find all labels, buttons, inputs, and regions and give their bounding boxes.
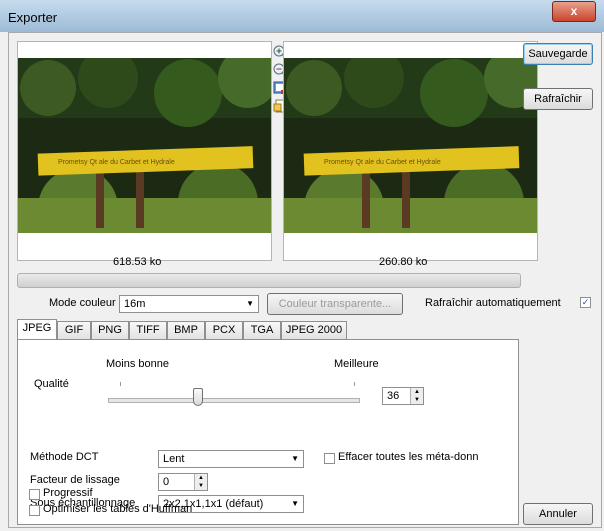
chevron-down-icon: ▼ — [246, 299, 254, 308]
tab-jpeg[interactable]: JPEG — [17, 319, 57, 340]
color-mode-value: 16m — [124, 298, 146, 310]
sign-text: Prometsy Qt ale du Carbet et Hydrale — [58, 159, 175, 166]
original-size: 618.53 ko — [113, 256, 162, 268]
sign-text: Prometsy Qt ale du Carbet et Hydrale — [324, 159, 441, 166]
dct-method-label: Méthode DCT — [30, 451, 99, 463]
erase-metadata-label: Effacer toutes les méta-donn — [338, 451, 479, 463]
export-progress-bar — [17, 273, 521, 288]
export-preview[interactable]: Prometsy Qt ale du Carbet et Hydrale 260… — [283, 41, 538, 268]
window-title: Exporter — [8, 10, 58, 25]
close-button[interactable]: x — [552, 1, 596, 22]
transparent-color-button[interactable]: Couleur transparente... — [267, 293, 403, 315]
quality-label: Qualité — [34, 378, 69, 390]
dialog-body: Prometsy Qt ale du Carbet et Hydrale 618… — [8, 32, 602, 528]
tab-gif[interactable]: GIF — [57, 321, 91, 339]
original-preview[interactable]: Prometsy Qt ale du Carbet et Hydrale 618… — [17, 41, 272, 268]
spin-down-icon[interactable]: ▼ — [410, 396, 423, 404]
auto-refresh-checkbox[interactable]: ✓ — [580, 297, 591, 308]
tab-png[interactable]: PNG — [91, 321, 129, 339]
optimize-huffman-checkbox[interactable] — [29, 505, 40, 516]
quality-better-label: Meilleure — [334, 358, 379, 370]
export-size: 260.80 ko — [379, 256, 428, 268]
tab-tiff[interactable]: TIFF — [129, 321, 167, 339]
smoothing-spinner[interactable]: 0 ▲ ▼ — [158, 473, 208, 491]
title-bar: Exporter x — [0, 0, 604, 32]
slider-tick-max — [354, 382, 355, 386]
quality-slider-track[interactable] — [108, 398, 360, 403]
progressive-label: Progressif — [43, 487, 93, 499]
export-dialog: Exporter x Prometsy Qt ale du Carbet et … — [0, 0, 604, 531]
chevron-down-icon: ▼ — [291, 454, 299, 463]
color-mode-select[interactable]: 16m ▼ — [119, 295, 259, 313]
spin-down-icon[interactable]: ▼ — [194, 482, 207, 490]
dct-method-value: Lent — [163, 453, 185, 465]
quality-value: 36 — [387, 390, 400, 402]
spin-up-icon[interactable]: ▲ — [410, 388, 423, 396]
quality-worse-label: Moins bonne — [106, 358, 169, 370]
optimize-huffman-label: Optimiser les tables d'Huffman — [43, 503, 193, 515]
chevron-down-icon: ▼ — [291, 499, 299, 508]
progressive-checkbox[interactable] — [29, 489, 40, 500]
save-button[interactable]: Sauvegarde — [523, 43, 593, 65]
tab-pcx[interactable]: PCX — [205, 321, 243, 339]
tab-tga[interactable]: TGA — [243, 321, 281, 339]
color-mode-label: Mode couleur — [49, 297, 116, 309]
original-preview-image: Prometsy Qt ale du Carbet et Hydrale — [18, 58, 271, 233]
slider-tick-min — [120, 382, 121, 386]
export-preview-image: Prometsy Qt ale du Carbet et Hydrale — [284, 58, 537, 233]
quality-slider-thumb[interactable] — [193, 388, 203, 406]
dct-method-select[interactable]: Lent ▼ — [158, 450, 304, 468]
erase-metadata-checkbox[interactable] — [324, 453, 335, 464]
tab-bmp[interactable]: BMP — [167, 321, 205, 339]
spin-up-icon[interactable]: ▲ — [194, 474, 207, 482]
tab-jpeg-2000[interactable]: JPEG 2000 — [281, 321, 347, 339]
smoothing-value: 0 — [163, 476, 170, 488]
smoothing-label: Facteur de lissage — [30, 474, 120, 486]
quality-spinner[interactable]: 36 ▲ ▼ — [382, 387, 424, 405]
cancel-button[interactable]: Annuler — [523, 503, 593, 525]
refresh-button[interactable]: Rafraîchir — [523, 88, 593, 110]
auto-refresh-label: Rafraîchir automatiquement — [425, 297, 561, 309]
